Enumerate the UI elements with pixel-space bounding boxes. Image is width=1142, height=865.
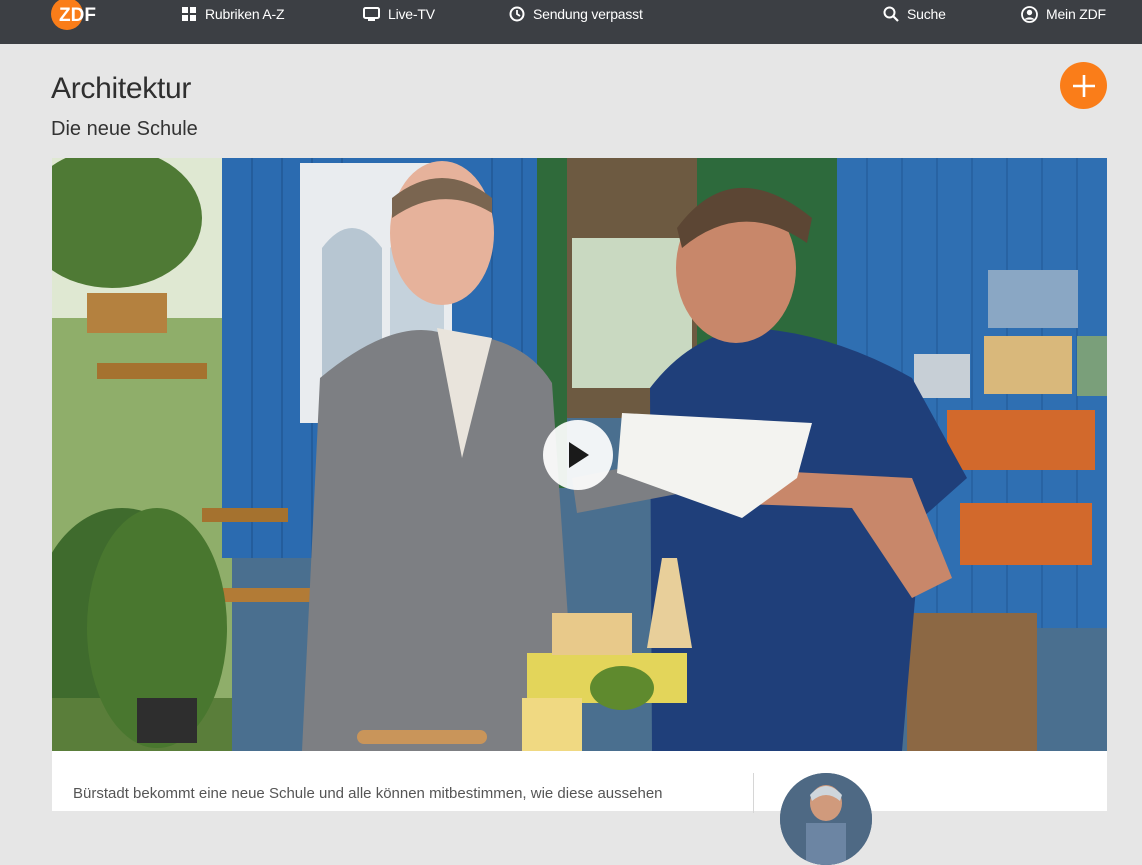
logo-text: ZDF bbox=[59, 5, 96, 26]
nav-rubriken[interactable]: Rubriken A-Z bbox=[181, 4, 284, 24]
nav-mein-zdf[interactable]: Mein ZDF bbox=[1021, 4, 1106, 24]
presenter-avatar[interactable] bbox=[780, 773, 872, 865]
nav-mein-zdf-label: Mein ZDF bbox=[1046, 6, 1106, 22]
nav-suche-label: Suche bbox=[907, 6, 946, 22]
nav-rubriken-label: Rubriken A-Z bbox=[205, 6, 285, 22]
video-player[interactable] bbox=[52, 158, 1107, 751]
grid-icon bbox=[182, 7, 196, 21]
nav-sendung-verpasst-label: Sendung verpasst bbox=[533, 6, 643, 22]
divider bbox=[753, 773, 754, 813]
play-icon bbox=[569, 442, 589, 468]
description-card: Bürstadt bekommt eine neue Schule und al… bbox=[52, 751, 1107, 865]
top-navigation: ZDF Rubriken A-Z Live-TV Sendung verpass… bbox=[0, 0, 1142, 44]
nav-sendung-verpasst[interactable]: Sendung verpasst bbox=[509, 4, 643, 24]
play-button[interactable] bbox=[543, 420, 613, 490]
search-icon bbox=[883, 6, 899, 22]
nav-live-tv-label: Live-TV bbox=[388, 6, 435, 22]
clock-icon bbox=[509, 6, 525, 22]
tv-icon bbox=[363, 7, 380, 21]
plus-icon bbox=[1072, 74, 1095, 97]
add-to-list-button[interactable] bbox=[1060, 62, 1107, 109]
user-icon bbox=[1021, 5, 1038, 23]
page-subtitle: Die neue Schule bbox=[51, 118, 198, 140]
description-text: Bürstadt bekommt eine neue Schule und al… bbox=[73, 785, 663, 802]
zdf-logo[interactable]: ZDF bbox=[51, 0, 115, 32]
nav-live-tv[interactable]: Live-TV bbox=[363, 4, 435, 24]
page-title: Architektur bbox=[51, 72, 192, 105]
nav-suche[interactable]: Suche bbox=[883, 4, 946, 24]
